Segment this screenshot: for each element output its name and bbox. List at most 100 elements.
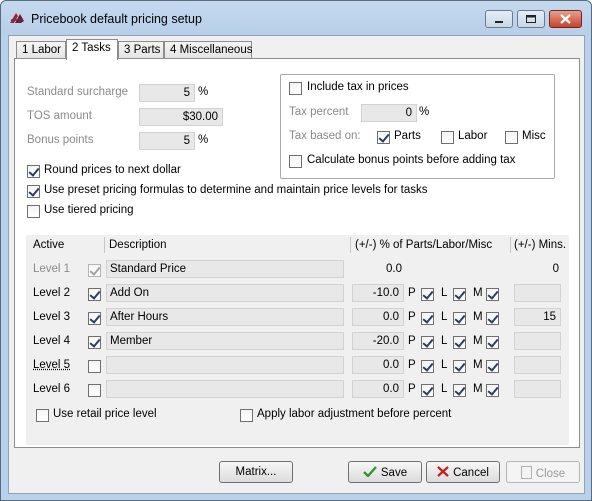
level-4-active-checkbox[interactable] <box>88 336 101 349</box>
level-3-percent-field[interactable]: 0.0 <box>352 308 404 326</box>
standard-surcharge-label: Standard surcharge <box>27 86 129 98</box>
tax-percent-field[interactable]: 0 <box>361 104 417 122</box>
level-5-p-checkbox[interactable] <box>421 360 434 373</box>
cancel-button-label: Cancel <box>453 467 489 479</box>
level-5-m-checkbox[interactable] <box>486 360 499 373</box>
tos-amount-label: TOS amount <box>27 110 92 122</box>
level-5-percent-field[interactable]: 0.0 <box>352 356 404 374</box>
title-bar[interactable]: Pricebook default pricing setup <box>1 1 591 35</box>
tab-tasks[interactable]: 2 Tasks <box>66 39 118 60</box>
close-button[interactable]: Close <box>506 461 580 483</box>
level-1-percent-value: 0.0 <box>386 263 402 275</box>
bonus-points-unit: % <box>198 134 209 146</box>
level-6-mins-field[interactable] <box>514 380 561 398</box>
level-3-p-checkbox[interactable] <box>421 312 434 325</box>
level-4-l-checkbox[interactable] <box>453 336 466 349</box>
level-6-m-label: M <box>473 383 483 395</box>
tax-misc-checkbox[interactable] <box>505 131 518 144</box>
bonus-points-label: Bonus points <box>27 134 94 146</box>
level-6-percent-field[interactable]: 0.0 <box>352 380 404 398</box>
level-2-p-checkbox[interactable] <box>421 288 434 301</box>
tab-labor[interactable]: 1 Labor <box>16 41 66 59</box>
level-3-m-label: M <box>473 311 483 323</box>
tax-percent-label: Tax percent <box>289 106 349 118</box>
retail-price-level-label: Use retail price level <box>53 408 157 420</box>
app-icon <box>10 13 24 23</box>
level-5-description-field[interactable] <box>106 356 344 374</box>
close-icon <box>560 14 571 24</box>
close-window-button[interactable] <box>549 10 582 28</box>
save-button[interactable]: Save <box>348 461 422 483</box>
level-3-active-checkbox[interactable] <box>88 312 101 325</box>
level-4-m-checkbox[interactable] <box>486 336 499 349</box>
level-6-l-checkbox[interactable] <box>453 384 466 397</box>
matrix-button-label: Matrix... <box>235 466 277 478</box>
level-2-active-checkbox[interactable] <box>88 288 101 301</box>
level-2-m-label: M <box>473 287 483 299</box>
tos-amount-field[interactable]: $30.00 <box>139 108 223 126</box>
maximize-button[interactable] <box>517 10 545 28</box>
close-button-label: Close <box>535 468 566 480</box>
header-divider <box>104 237 105 253</box>
level-5-p-label: P <box>408 359 416 371</box>
level-5-label: Level 5 <box>33 359 71 371</box>
level-3-label: Level 3 <box>33 311 71 323</box>
tax-parts-label: Parts <box>394 130 421 142</box>
level-2-mins-field[interactable] <box>514 284 561 302</box>
level-5-active-checkbox[interactable] <box>88 360 101 373</box>
standard-surcharge-field[interactable]: 5 <box>139 84 195 102</box>
level-2-description-field[interactable]: Add On <box>106 284 344 302</box>
level-4-mins-field[interactable] <box>514 332 561 350</box>
level-4-l-label: L <box>441 335 448 347</box>
tab-label: 2 Tasks <box>72 42 111 54</box>
level-6-label: Level 6 <box>33 383 71 395</box>
level-6-description-field[interactable] <box>106 380 344 398</box>
level-6-m-checkbox[interactable] <box>486 384 499 397</box>
level-6-p-checkbox[interactable] <box>421 384 434 397</box>
level-4-m-label: M <box>473 335 483 347</box>
level-5-mins-field[interactable] <box>514 356 561 374</box>
include-tax-checkbox[interactable] <box>289 82 302 95</box>
level-2-p-label: P <box>408 287 416 299</box>
level-3-description-field[interactable]: After Hours <box>106 308 344 326</box>
level-1-active-checkbox[interactable] <box>88 264 101 277</box>
tax-labor-checkbox[interactable] <box>441 131 454 144</box>
level-4-description-field[interactable]: Member <box>106 332 344 350</box>
level-1-description-field[interactable]: Standard Price <box>106 260 344 278</box>
level-5-l-checkbox[interactable] <box>453 360 466 373</box>
col-active-header: Active <box>33 239 65 251</box>
preset-formulas-checkbox[interactable] <box>27 185 40 198</box>
round-prices-label: Round prices to next dollar <box>44 164 181 176</box>
level-3-p-label: P <box>408 311 416 323</box>
maximize-icon <box>526 15 536 23</box>
level-5-m-label: M <box>473 359 483 371</box>
level-6-l-label: L <box>441 383 448 395</box>
tiered-pricing-checkbox[interactable] <box>27 205 40 218</box>
level-2-m-checkbox[interactable] <box>486 288 499 301</box>
minimize-button[interactable] <box>485 10 513 28</box>
level-4-p-checkbox[interactable] <box>421 336 434 349</box>
level-2-percent-field[interactable]: -10.0 <box>352 284 404 302</box>
cancel-x-icon <box>437 466 449 477</box>
tax-based-on-label: Tax based on: <box>289 130 361 142</box>
bonus-before-tax-checkbox[interactable] <box>289 155 302 168</box>
tab-miscellaneous[interactable]: 4 Miscellaneous <box>164 41 252 59</box>
window-title: Pricebook default pricing setup <box>31 12 202 26</box>
bonus-points-field[interactable]: 5 <box>139 132 195 150</box>
level-6-active-checkbox[interactable] <box>88 384 101 397</box>
cancel-button[interactable]: Cancel <box>426 461 500 483</box>
tab-parts[interactable]: 3 Parts <box>118 41 164 59</box>
round-prices-checkbox[interactable] <box>27 165 40 178</box>
tax-parts-checkbox[interactable] <box>377 131 390 144</box>
dialog-window: Pricebook default pricing setup 1 Labor … <box>0 0 592 501</box>
labor-adjustment-checkbox[interactable] <box>240 409 253 422</box>
tax-misc-label: Misc <box>522 130 546 142</box>
level-4-percent-field[interactable]: -20.0 <box>352 332 404 350</box>
preset-formulas-label: Use preset pricing formulas to determine… <box>44 184 428 196</box>
level-3-mins-field[interactable]: 15 <box>514 308 561 326</box>
level-3-l-checkbox[interactable] <box>453 312 466 325</box>
level-3-m-checkbox[interactable] <box>486 312 499 325</box>
retail-price-level-checkbox[interactable] <box>36 409 49 422</box>
matrix-button[interactable]: Matrix... <box>219 461 293 483</box>
level-2-l-checkbox[interactable] <box>453 288 466 301</box>
